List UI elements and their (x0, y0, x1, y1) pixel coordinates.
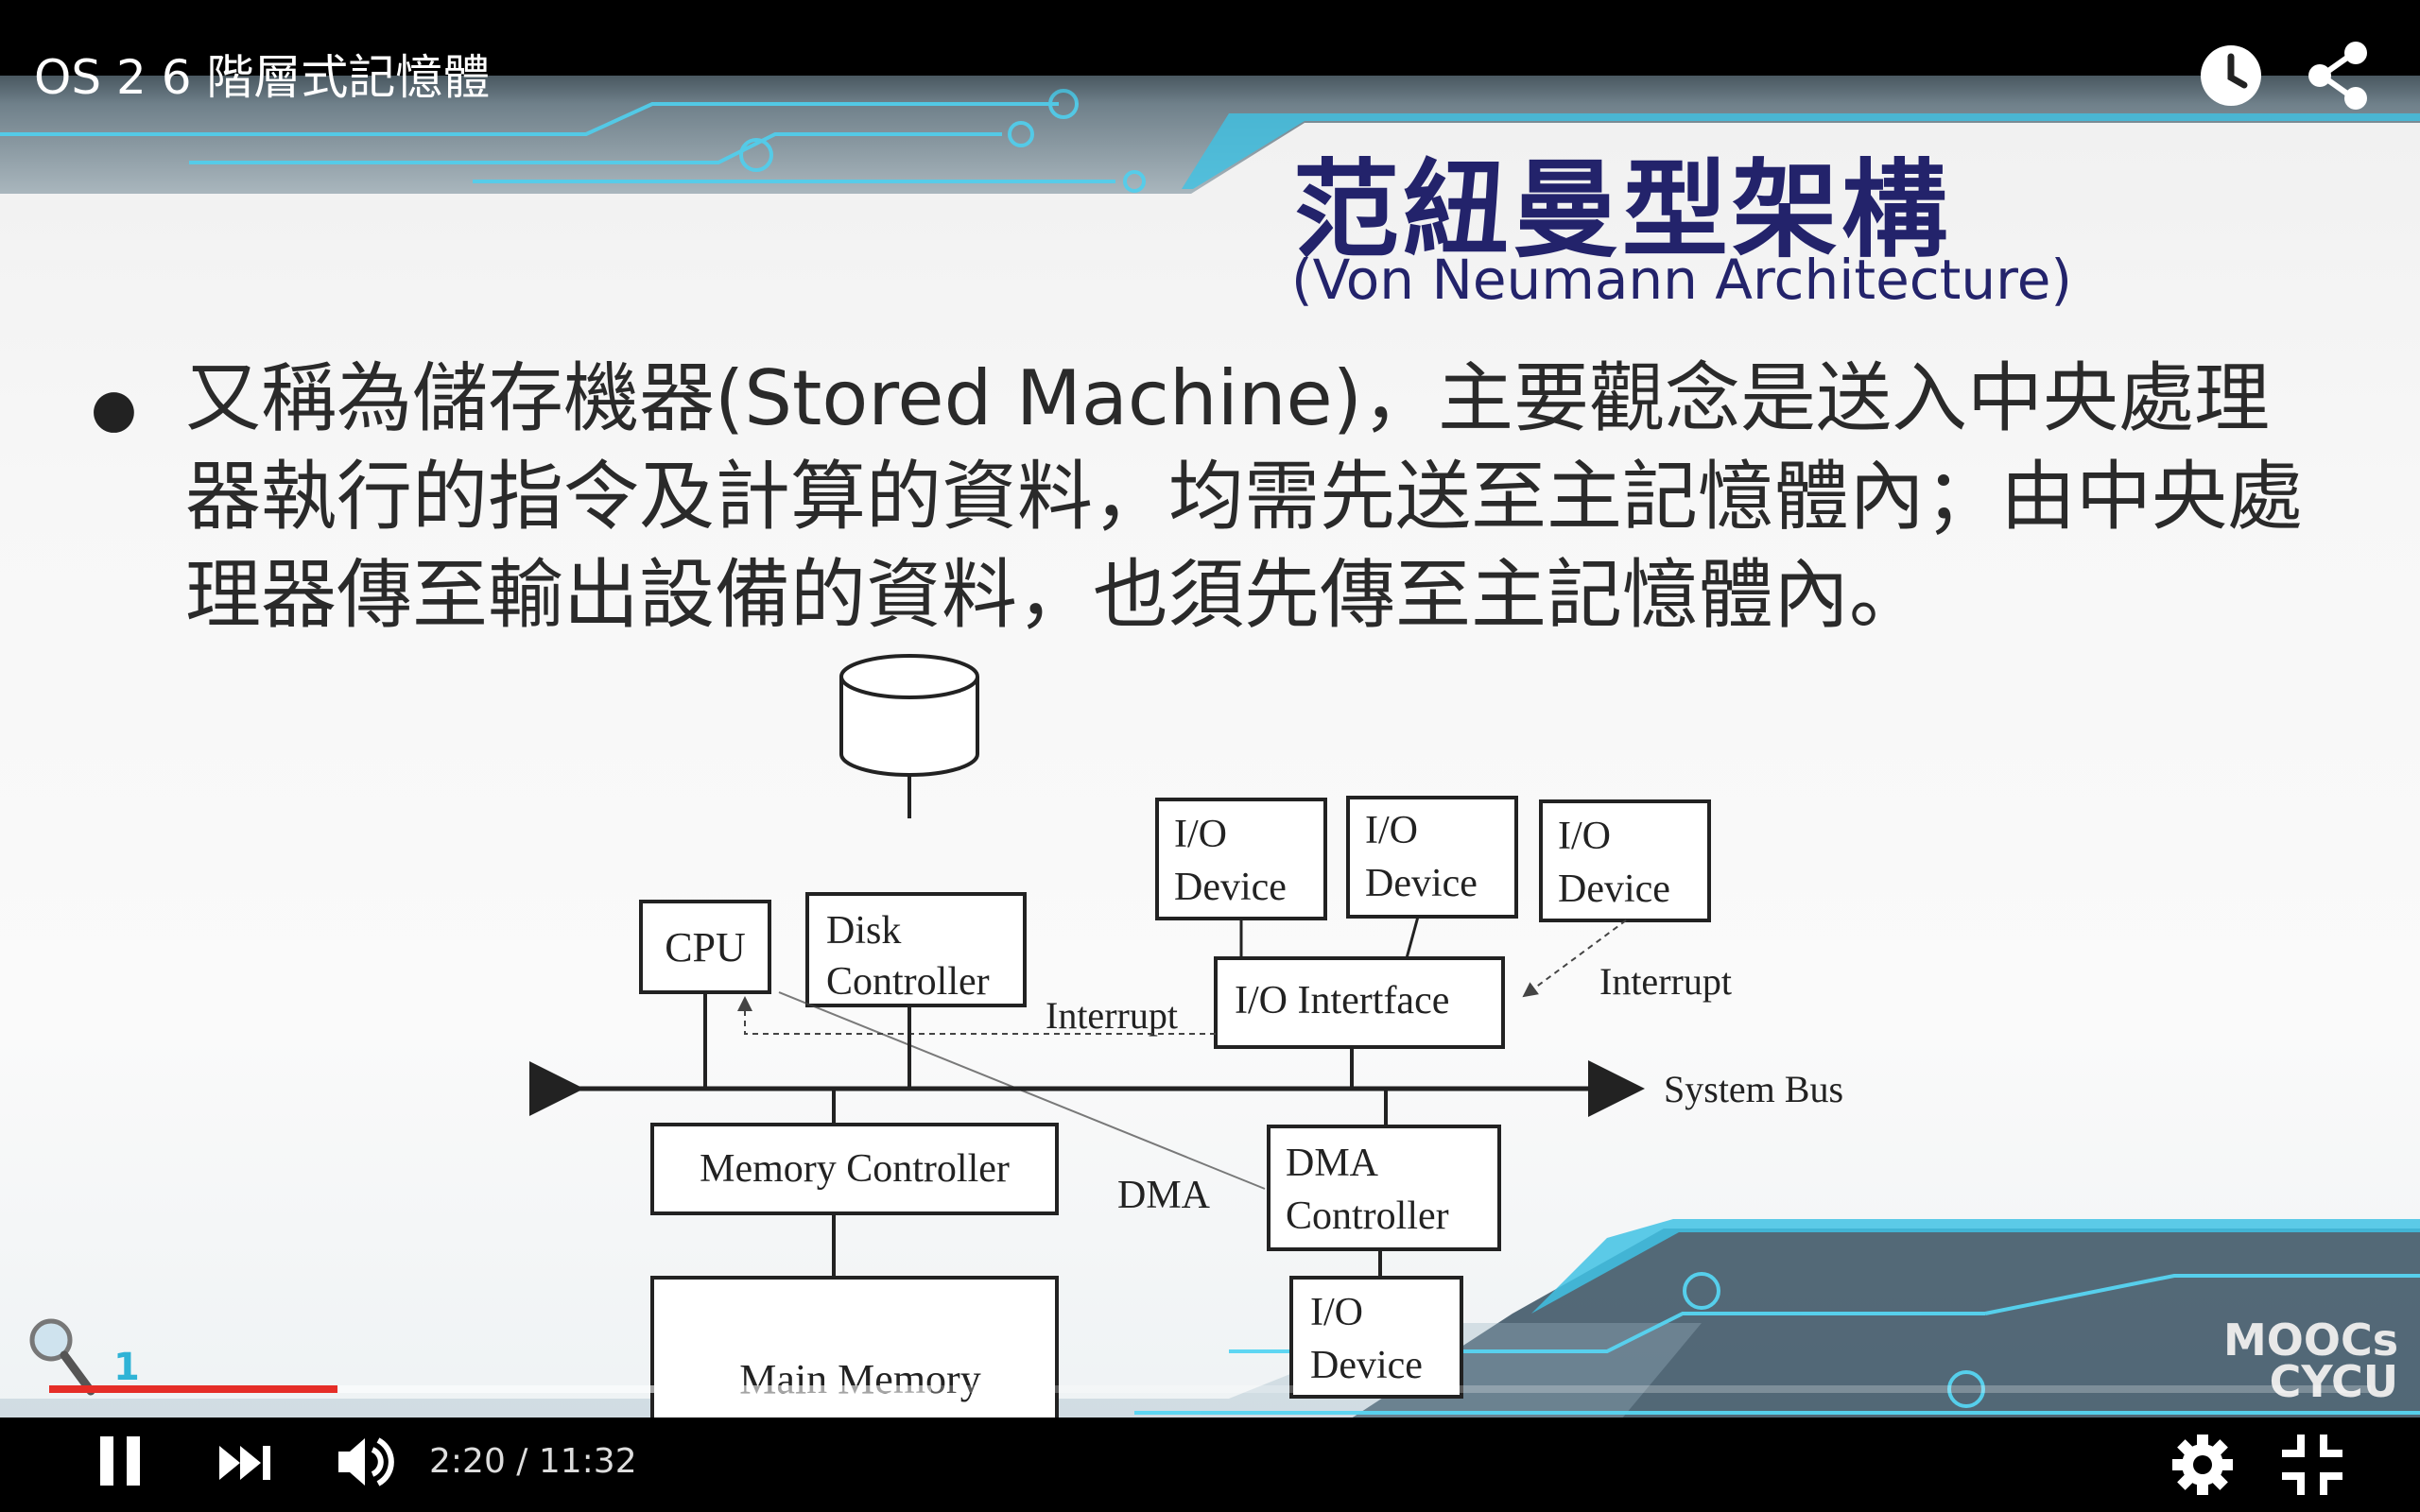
cpu-label: CPU (665, 924, 746, 971)
io-device-3-line2: Device (1558, 868, 1670, 911)
dma-controller-box: DMA Controller (1267, 1125, 1501, 1251)
io-device-box-4: I/O Device (1289, 1276, 1463, 1399)
interrupt-left-label: Interrupt (1046, 994, 1178, 1037)
video-player[interactable]: 范紐曼型架構 (Von Neumann Architecture) ● 又稱為儲… (0, 0, 2420, 1512)
io-device-2-line2: Device (1365, 862, 1478, 905)
slide-subtitle: (Von Neumann Architecture) (1291, 248, 2073, 312)
io-interface-box: I/O Intertface (1214, 956, 1505, 1049)
main-memory-label: Main Memory (739, 1356, 980, 1402)
current-time: 2:20 (429, 1442, 506, 1481)
progress-played (49, 1385, 337, 1393)
next-icon[interactable] (214, 1435, 280, 1495)
slide-page-number: 1 (113, 1346, 140, 1389)
gear-icon[interactable] (2170, 1433, 2235, 1501)
disk-icon (839, 654, 979, 777)
io-device-2-line1: I/O (1365, 809, 1418, 852)
io-device-1-line2: Device (1174, 866, 1287, 909)
dma-controller-line1: DMA (1286, 1142, 1379, 1185)
disk-controller-line1: Disk (826, 909, 901, 953)
cpu-box: CPU (639, 900, 771, 994)
control-bar: 2:20 / 11:32 (0, 1418, 2420, 1512)
io-device-box-1: I/O Device (1155, 798, 1327, 920)
share-icon[interactable] (2301, 38, 2377, 113)
logo-line2: CYCU (2269, 1356, 2399, 1407)
progress-bar[interactable] (49, 1385, 2371, 1393)
io-device-3-line1: I/O (1558, 815, 1611, 858)
io-device-4-line1: I/O (1310, 1291, 1363, 1334)
top-bar: OS 2 6 階層式記憶體 (0, 0, 2420, 110)
slide: 范紐曼型架構 (Von Neumann Architecture) ● 又稱為儲… (0, 76, 2420, 1436)
bullet-text: 又稱為儲存機器(Stored Machine)，主要觀念是送入中央處理器執行的指… (185, 354, 2303, 639)
time-display: 2:20 / 11:32 (429, 1442, 637, 1481)
memory-controller-box: Memory Controller (650, 1123, 1059, 1215)
main-memory-box: Main Memory (650, 1276, 1059, 1436)
volume-icon[interactable] (333, 1431, 399, 1497)
io-device-1-line1: I/O (1174, 813, 1227, 856)
system-bus-label: System Bus (1664, 1068, 1843, 1110)
io-device-4-line2: Device (1310, 1344, 1423, 1387)
pause-icon[interactable] (91, 1431, 151, 1495)
dma-controller-line2: Controller (1286, 1194, 1449, 1238)
io-device-box-2: I/O Device (1346, 796, 1518, 919)
io-device-box-3: I/O Device (1539, 799, 1711, 922)
interrupt-right-label: Interrupt (1599, 960, 1732, 1003)
von-neumann-diagram: CPU Disk Controller I/O Device I/O Devic… (529, 654, 1843, 1436)
logo-line1: MOOCs (2223, 1314, 2399, 1366)
dma-label: DMA (1117, 1174, 1211, 1217)
disk-controller-line2: Controller (826, 960, 990, 1004)
exit-fullscreen-icon[interactable] (2278, 1431, 2346, 1503)
video-title[interactable]: OS 2 6 階層式記憶體 (34, 40, 490, 108)
time-separator: / (505, 1442, 539, 1481)
io-interface-label: I/O Intertface (1235, 979, 1449, 1022)
duration: 11:32 (538, 1442, 637, 1481)
disk-controller-box: Disk Controller (805, 892, 1027, 1007)
memory-controller-label: Memory Controller (700, 1147, 1010, 1191)
clock-icon[interactable] (2193, 38, 2269, 113)
bullet-marker: ● (91, 378, 137, 439)
